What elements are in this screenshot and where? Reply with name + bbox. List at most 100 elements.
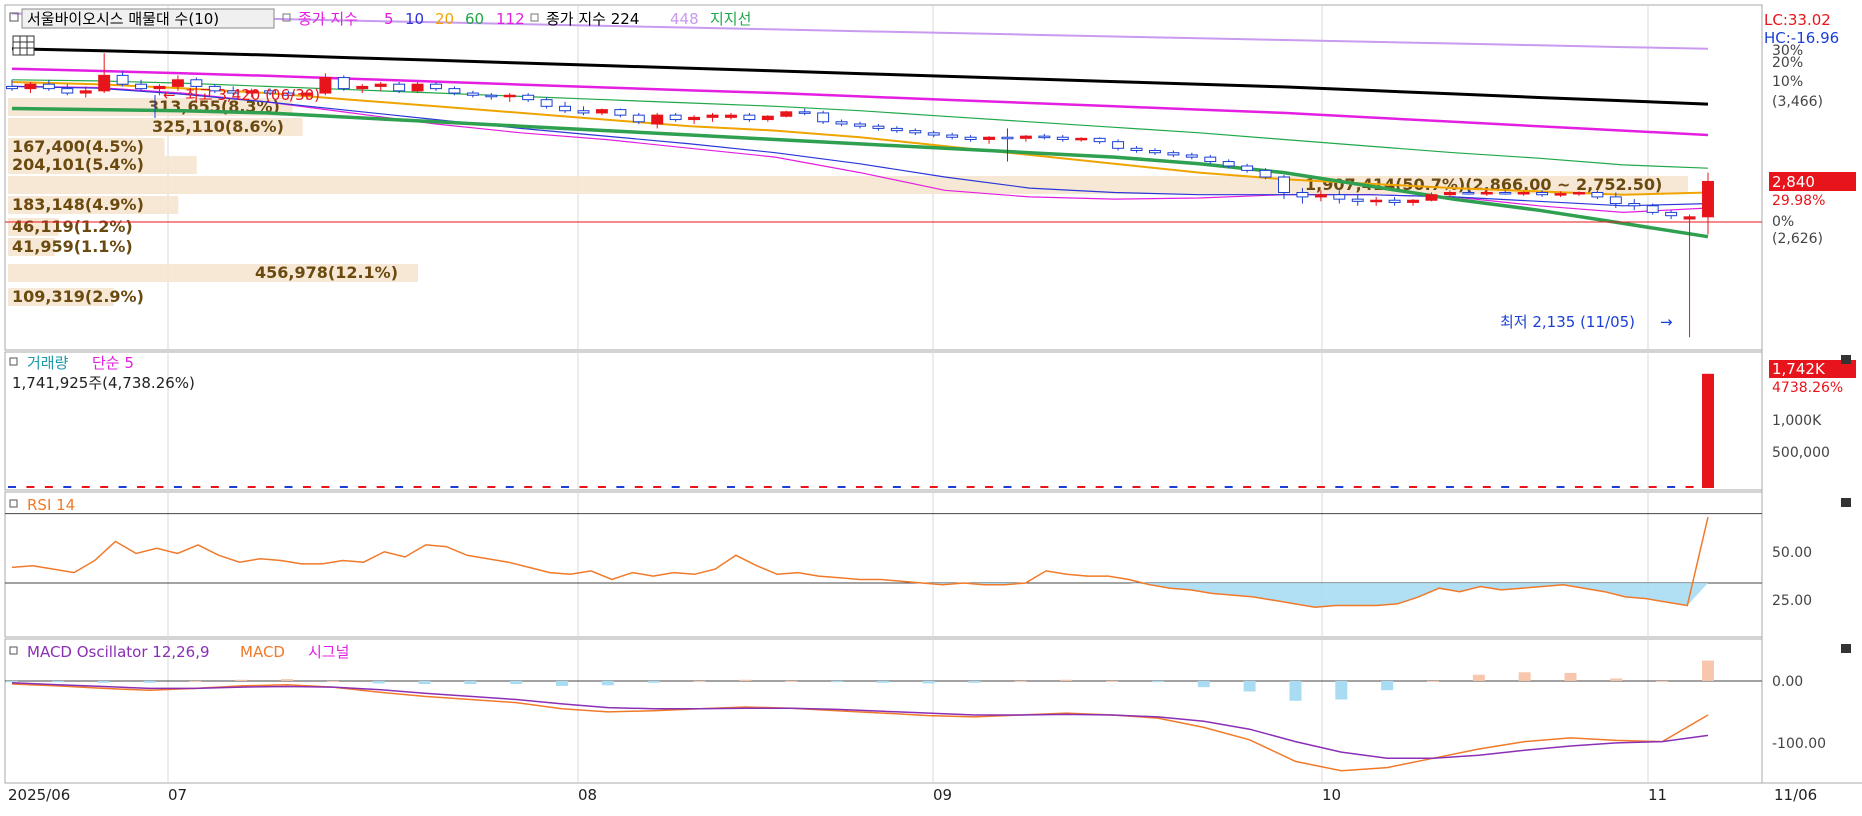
date-label-08: 08 <box>578 786 597 804</box>
candle-body <box>1425 194 1438 201</box>
pct-tick-20: 20% <box>1772 55 1803 71</box>
candle-body <box>632 114 645 123</box>
macd-oscillator-bar <box>739 679 752 681</box>
rsi-close-icon[interactable] <box>1841 498 1851 507</box>
candle-body <box>540 99 553 107</box>
volume-bar <box>1040 486 1049 488</box>
volume-bar <box>1390 486 1399 488</box>
macd-oscillator-bar <box>1151 680 1164 683</box>
macd-oscillator-bar <box>1702 660 1714 681</box>
candle-body <box>669 114 682 121</box>
ma-period-5: 5 <box>384 10 394 28</box>
candle-body <box>1222 161 1235 167</box>
macd-tick-minus100: -100.00 <box>1772 736 1826 752</box>
candle-body <box>393 83 406 92</box>
volume-bar <box>44 486 53 488</box>
candle-body <box>1646 205 1659 213</box>
candle-body <box>1351 198 1364 202</box>
candle-body <box>411 83 424 92</box>
volume-close-icon[interactable] <box>1841 355 1851 364</box>
volume-bar <box>247 486 256 488</box>
candle-body <box>1314 194 1327 198</box>
macd-oscillator-bar <box>326 680 339 682</box>
macd-oscillator-bar <box>372 680 385 684</box>
study-name: 서울바이오시스 매물대 수(10) <box>27 10 219 28</box>
candle-body <box>946 134 959 138</box>
volume-right-axis: 1,742K 4738.26% 1,000K 500,000 <box>1769 360 1856 461</box>
volume-bar <box>63 486 72 488</box>
volume-bar <box>837 486 846 488</box>
volume-bar <box>229 486 238 488</box>
macd-oscillator-bar <box>1243 680 1256 692</box>
table-icon[interactable] <box>12 35 35 56</box>
volume-bar <box>137 486 146 488</box>
volume-bar <box>339 486 348 488</box>
candle-body <box>1112 141 1125 149</box>
volume-bar <box>1058 486 1067 488</box>
candle-body <box>780 111 793 117</box>
macd-oscillator-bar <box>1564 672 1577 681</box>
macd-oscillator-bar <box>1197 680 1210 688</box>
candle-body <box>1019 135 1032 139</box>
volume-bar <box>1702 373 1714 488</box>
volume-bar <box>597 486 606 488</box>
candle-body <box>559 105 572 112</box>
macd-close-icon[interactable] <box>1841 644 1851 653</box>
candle-body <box>448 88 461 94</box>
macd-oscillator-bar <box>1014 680 1027 682</box>
candle-body <box>1665 211 1678 217</box>
high-label: 최고 3,420 (06/30) <box>185 86 320 104</box>
volume-profile-label: 325,110(8.6%) <box>152 117 284 136</box>
ref-high-label: (3,466) <box>1772 94 1823 110</box>
signal-line-label: 시그널 <box>308 643 349 661</box>
candle-body <box>872 125 885 129</box>
volume-profile-label: 456,978(12.1%) <box>255 263 398 282</box>
candle-body <box>1333 194 1346 200</box>
volume-bar <box>579 486 588 488</box>
volume-pct-label: 4738.26% <box>1772 380 1843 396</box>
volume-bar <box>985 486 994 488</box>
volume-bar <box>542 486 551 488</box>
volume-bar <box>284 486 293 488</box>
volume-bar <box>450 486 459 488</box>
volume-bar <box>745 486 754 488</box>
rsi-tick-25: 25.00 <box>1772 593 1812 609</box>
volume-bar <box>413 486 422 488</box>
volume-bar <box>1132 486 1141 488</box>
candle-body <box>743 114 756 121</box>
volume-bar <box>505 486 514 488</box>
ma-period-448: 448 <box>670 10 699 28</box>
candle-body <box>890 127 903 132</box>
macd-oscillator-bar <box>693 680 706 682</box>
volume-bar <box>966 486 975 488</box>
volume-panel-frame <box>4 351 1763 491</box>
current-pct-label: 29.98% <box>1772 193 1825 209</box>
volume-bar <box>634 486 643 488</box>
macd-oscillator-bar <box>418 680 431 685</box>
volume-bar <box>782 486 791 488</box>
macd-oscillator-bar <box>556 680 569 686</box>
candle-body <box>817 112 830 123</box>
rsi-right-axis: 50.00 25.00 <box>1772 545 1812 609</box>
volume-bar <box>1556 486 1565 488</box>
candle-body <box>466 92 479 96</box>
volume-bar <box>1224 486 1233 488</box>
volume-bar <box>376 486 385 488</box>
candle-body <box>1038 135 1051 139</box>
volume-bar <box>561 486 570 488</box>
candle-body <box>1001 136 1014 140</box>
candle-body <box>1296 192 1309 198</box>
macd-oscillator-bar <box>1335 680 1348 700</box>
candle-body <box>1407 199 1420 203</box>
candle-body <box>1702 180 1714 218</box>
macd-oscillator-bar <box>235 679 248 681</box>
volume-bar <box>302 486 311 488</box>
candle-body <box>430 83 442 90</box>
macd-oscillator-bar <box>922 680 935 684</box>
volume-bar <box>1280 486 1288 488</box>
volume-bar <box>192 486 201 488</box>
macd-oscillator-bar <box>6 680 18 683</box>
candle-body <box>688 116 701 121</box>
candle-body <box>1628 203 1641 207</box>
candle-body <box>1517 192 1530 195</box>
